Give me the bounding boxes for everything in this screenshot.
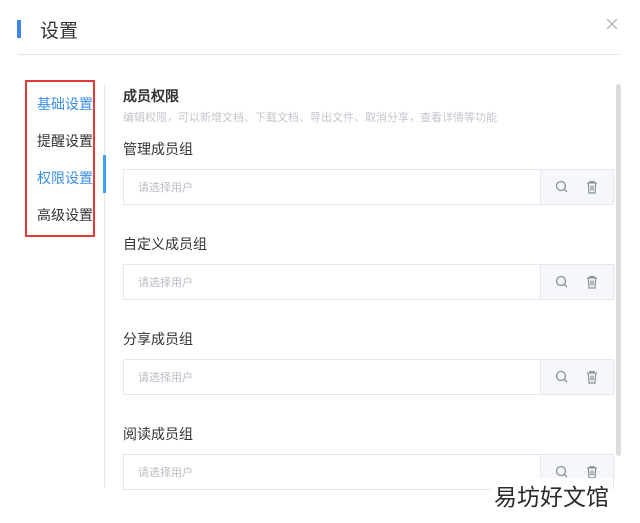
search-button[interactable] <box>553 273 571 291</box>
active-tab-indicator <box>103 155 106 193</box>
delete-button[interactable] <box>583 178 601 196</box>
custom-group-field <box>123 264 614 300</box>
sidebar-item-reminder[interactable]: 提醒设置 <box>37 131 93 151</box>
group-label-custom: 自定义成员组 <box>123 237 207 253</box>
search-icon <box>555 180 568 193</box>
settings-sidebar: 基础设置 提醒设置 权限设置 高级设置 <box>25 80 95 237</box>
close-button[interactable] <box>600 12 624 36</box>
field-actions <box>540 265 613 299</box>
delete-button[interactable] <box>583 273 601 291</box>
search-button[interactable] <box>553 368 571 386</box>
trash-icon <box>587 276 597 289</box>
search-button[interactable] <box>553 178 571 196</box>
settings-dialog: 设置 基础设置 提醒设置 权限设置 高级设置 成员权限 编辑权限，可以新增文档、… <box>0 0 640 523</box>
content-scrollbar[interactable] <box>616 84 621 456</box>
delete-button[interactable] <box>583 368 601 386</box>
field-actions <box>540 360 613 394</box>
trash-icon <box>587 371 597 384</box>
sidebar-item-basic[interactable]: 基础设置 <box>37 94 93 114</box>
sidebar-item-advanced[interactable]: 高级设置 <box>37 205 93 225</box>
admin-group-field <box>123 169 614 205</box>
search-icon <box>555 370 568 383</box>
section-description: 编辑权限，可以新增文档、下载文档、导出文件、取消分享，查看详情等功能 <box>123 111 497 124</box>
title-accent-bar <box>17 20 21 38</box>
group-label-admin: 管理成员组 <box>123 142 193 158</box>
group-label-share: 分享成员组 <box>123 332 193 348</box>
sidebar-item-permission[interactable]: 权限设置 <box>37 168 93 188</box>
dialog-title: 设置 <box>40 20 79 42</box>
custom-group-input[interactable] <box>138 265 528 299</box>
admin-group-input[interactable] <box>138 170 528 204</box>
trash-icon <box>587 181 597 194</box>
close-icon <box>606 18 618 30</box>
group-label-read: 阅读成员组 <box>123 427 193 443</box>
read-group-input[interactable] <box>138 455 528 489</box>
watermark-text: 易坊好文馆 <box>490 478 613 512</box>
section-title: 成员权限 <box>123 89 179 105</box>
field-actions <box>540 170 613 204</box>
header-divider <box>18 54 620 55</box>
share-group-input[interactable] <box>138 360 528 394</box>
share-group-field <box>123 359 614 395</box>
sidebar-divider <box>104 84 105 487</box>
search-icon <box>555 275 568 288</box>
